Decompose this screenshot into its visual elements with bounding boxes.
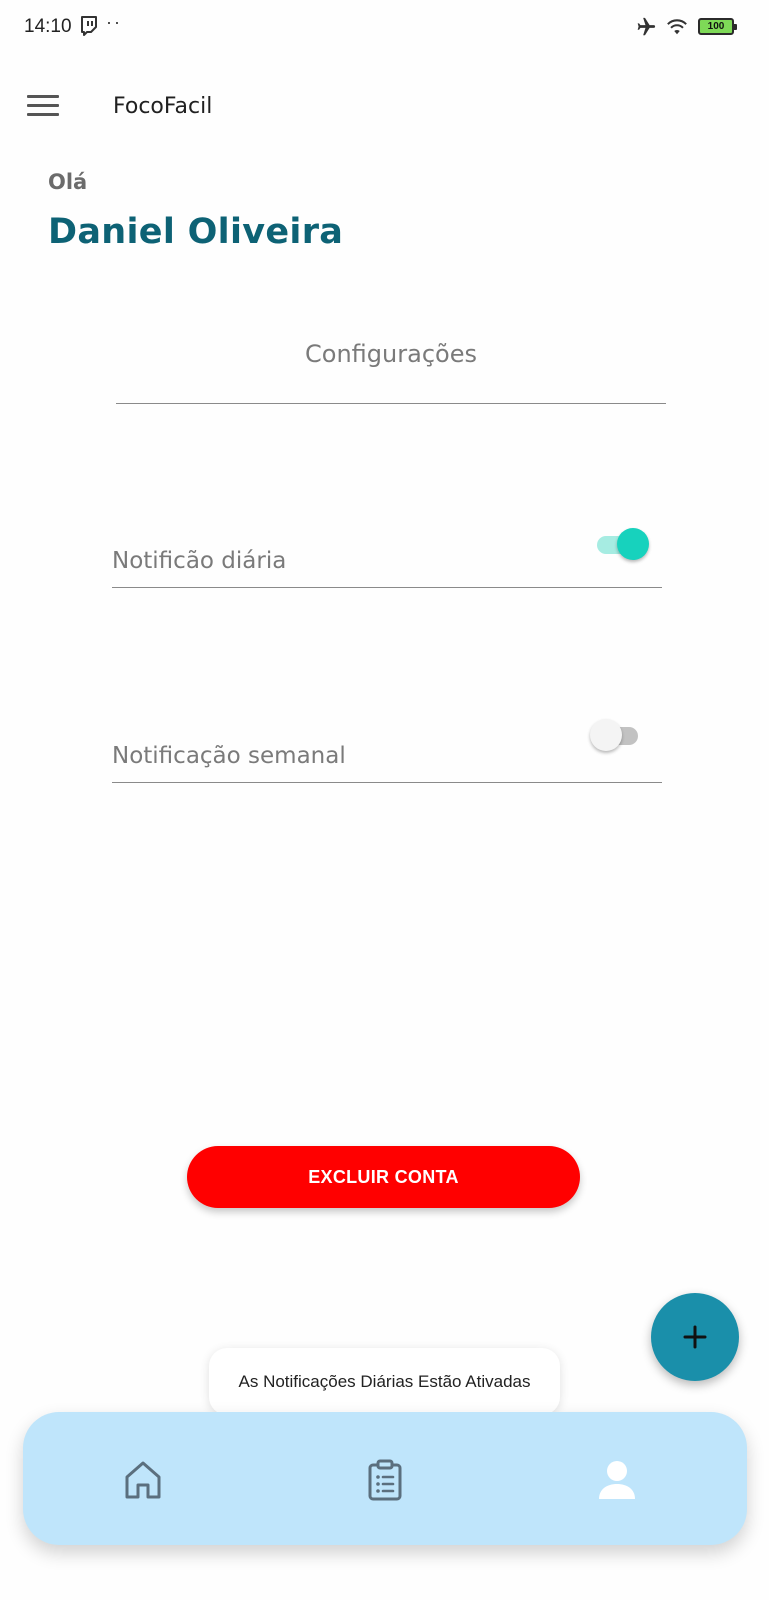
battery-icon: 100 [698, 18, 737, 35]
airplane-mode-icon [637, 17, 656, 36]
wifi-icon [667, 19, 687, 35]
clipboard-list-icon [368, 1459, 402, 1501]
nav-tasks[interactable] [361, 1456, 409, 1504]
hamburger-menu-icon[interactable] [27, 95, 59, 119]
bottom-navigation [23, 1412, 747, 1545]
twitch-icon [81, 16, 97, 36]
user-name: Daniel Oliveira [48, 212, 344, 252]
daily-notification-label: Notificão diária [112, 548, 287, 574]
weekly-notification-row: Notificação semanal [112, 703, 662, 783]
greeting-text: Olá [48, 170, 88, 194]
status-time: 14:10 [24, 16, 72, 37]
nav-home[interactable] [119, 1456, 167, 1504]
status-bar: 14:10 ·· 100 [0, 0, 769, 52]
delete-account-button[interactable]: EXCLUIR CONTA [187, 1146, 580, 1208]
daily-notification-divider [112, 587, 662, 588]
user-icon [599, 1461, 635, 1499]
plus-icon [683, 1325, 707, 1349]
battery-level: 100 [707, 21, 725, 32]
daily-notification-row: Notificão diária [112, 508, 662, 588]
toast-message: As Notificações Diárias Estão Ativadas [209, 1348, 560, 1415]
app-title: FocoFacil [113, 94, 213, 119]
weekly-notification-label: Notificação semanal [112, 743, 346, 769]
screen: 14:10 ·· 100 FocoFacil Olá Daniel Olivei… [0, 0, 769, 1600]
nav-profile[interactable] [593, 1456, 641, 1504]
add-fab-button[interactable] [651, 1293, 739, 1381]
toggle-thumb [590, 719, 622, 751]
home-icon [125, 1461, 161, 1499]
settings-title: Configurações [305, 340, 477, 368]
settings-divider [116, 403, 666, 404]
weekly-notification-divider [112, 782, 662, 783]
status-notification-dots: ·· [106, 12, 122, 32]
toggle-thumb [617, 528, 649, 560]
